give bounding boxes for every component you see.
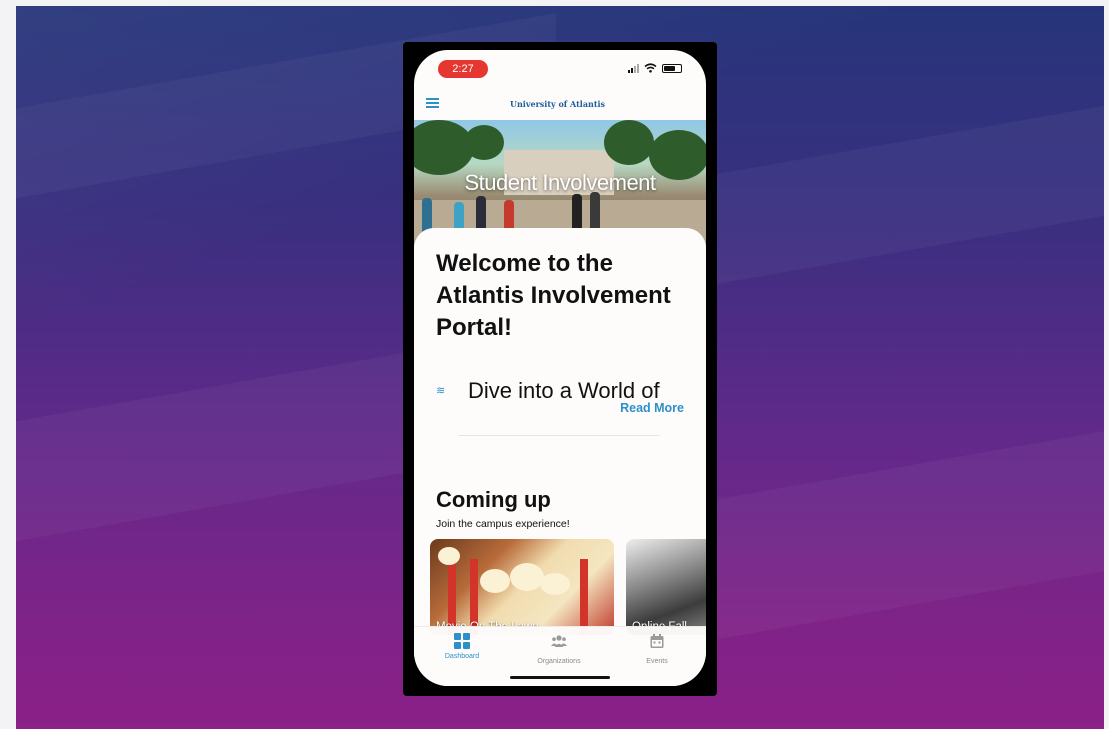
tab-label: Dashboard — [444, 653, 480, 660]
calendar-icon — [650, 634, 664, 648]
tab-dashboard[interactable]: Dashboard — [422, 633, 502, 660]
read-more-link[interactable]: Read More — [620, 401, 684, 415]
wave-icon: ≋ — [436, 385, 446, 397]
signal-icon — [628, 63, 639, 73]
phone-screen: 2:27 University of Atlantis Student Invo… — [414, 50, 706, 686]
people-icon — [551, 635, 567, 647]
hero-palm — [604, 120, 654, 165]
tab-label: Organizations — [537, 658, 581, 665]
welcome-heading: Welcome to the Atlantis Involvement Port… — [436, 250, 671, 341]
status-bar: 2:27 — [414, 50, 706, 84]
tab-events[interactable]: Events — [617, 633, 697, 665]
teaser-text: Dive into a World of — [468, 378, 660, 398]
hamburger-menu-icon[interactable] — [426, 98, 439, 108]
welcome-card: Welcome to the Atlantis Involvement Port… — [414, 228, 706, 478]
background-streak — [656, 421, 1104, 651]
app-title: University of Atlantis — [510, 99, 606, 109]
wifi-icon — [644, 63, 657, 73]
background-streak — [16, 343, 456, 549]
popcorn-kernel — [510, 563, 544, 591]
divider — [458, 435, 660, 436]
event-card[interactable]: Movie On The Lawn — [430, 539, 614, 635]
teaser-row: ≋ Dive into a World of — [436, 378, 686, 398]
tab-label: Events — [646, 658, 668, 665]
status-icons — [628, 63, 682, 73]
home-indicator[interactable] — [510, 676, 610, 679]
popcorn-kernel — [438, 547, 460, 565]
tab-organizations[interactable]: Organizations — [519, 633, 599, 665]
hero-palm — [464, 125, 504, 160]
battery-icon — [662, 64, 682, 73]
popcorn-kernel — [480, 569, 510, 593]
dashboard-icon — [454, 633, 470, 649]
event-card[interactable]: Online Fall — [626, 539, 706, 635]
hero-title: Student Involvement — [464, 170, 656, 195]
coming-up-subtitle: Join the campus experience! — [436, 518, 570, 530]
coming-up-title: Coming up — [436, 487, 551, 512]
popcorn-stripe — [580, 559, 588, 635]
app-header: University of Atlantis — [414, 86, 706, 118]
phone-frame: 2:27 University of Atlantis Student Invo… — [403, 42, 717, 696]
hero-banner: Student Involvement — [414, 120, 706, 245]
status-time: 2:27 — [438, 60, 488, 78]
popcorn-kernel — [540, 573, 570, 595]
